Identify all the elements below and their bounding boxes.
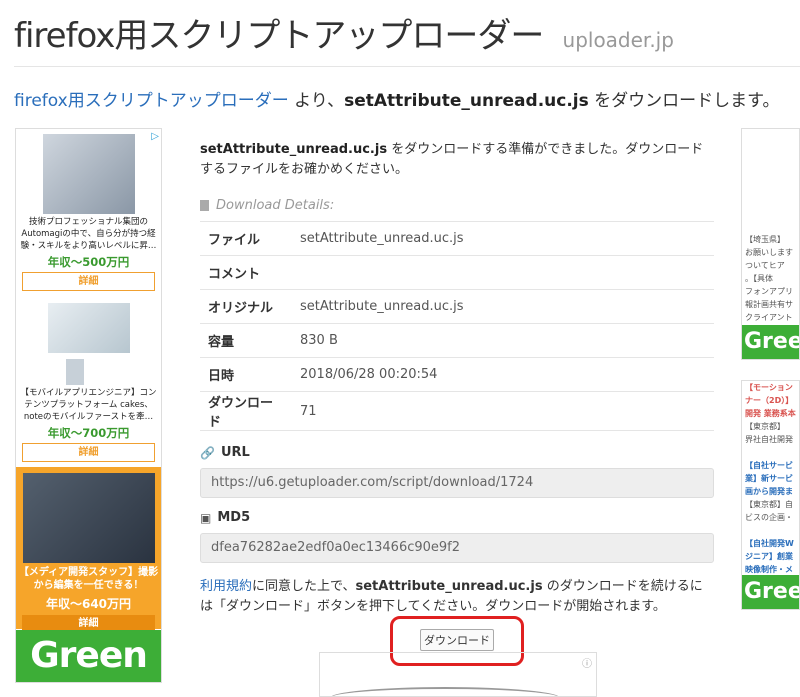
link-icon: 🔗 xyxy=(200,445,215,460)
uploader-link[interactable]: firefox用スクリプトアップローダー xyxy=(14,91,289,111)
file-icon xyxy=(200,200,209,211)
details-row: 日時 2018/06/28 00:20:54 xyxy=(200,357,714,392)
details-row: 容量 830 B xyxy=(200,323,714,358)
details-value: 2018/06/28 00:20:54 xyxy=(292,357,714,392)
right-ad-banner-bottom[interactable]: 【モーション ナー（2D）】 開発 業務系本 【東京都】界社自社開発 【自社サービ 業】新… xyxy=(741,380,800,610)
ad-info-icon[interactable]: ⓘ xyxy=(582,655,592,670)
ad-line: 開発 業務系本 xyxy=(745,409,796,418)
green-logo[interactable]: Gree xyxy=(742,575,799,609)
main-content: setAttribute_unread.uc.js をダウンロードする準備ができ… xyxy=(200,140,714,617)
ad-line: ジニア】創業 xyxy=(745,552,793,561)
details-key: オリジナル xyxy=(200,289,292,324)
green-logo[interactable]: Green xyxy=(16,630,161,682)
details-table: ファイル setAttribute_unread.uc.js コメント オリジナル se… xyxy=(200,221,714,431)
ad-salary: 年収〜640万円 xyxy=(45,597,132,611)
ad-line: 。【具体 xyxy=(745,274,773,283)
details-key: ファイル xyxy=(200,221,292,256)
ad-job-3[interactable]: 【メディア開発スタッフ】撮影から編集を一任できる！ 年収〜640万円 詳細 xyxy=(16,467,161,632)
ad-line: お願いします xyxy=(745,248,793,257)
ad-line: 【東京都】 xyxy=(745,422,785,431)
ad-text: 【メディア開発スタッフ】撮影から編集を一任できる！ xyxy=(18,567,159,591)
ad-line: 【自社サービ xyxy=(745,461,793,470)
ad-text-lines: 【モーション ナー（2D）】 開発 業務系本 【東京都】界社自社開発 【自社サービ 業】新… xyxy=(742,381,799,602)
green-logo[interactable]: Gree xyxy=(742,325,799,359)
agree-text-1: に同意した上で、 xyxy=(252,579,356,594)
ad-line: フォンアプリ xyxy=(745,287,793,296)
url-label: 🔗 URL xyxy=(200,445,714,460)
details-key: ダウンロード xyxy=(200,391,292,431)
ad-photo xyxy=(742,129,799,233)
ad-salary: 年収〜500万円 xyxy=(47,255,130,269)
page-header: firefox用スクリプトアップローダー uploader.jp xyxy=(14,8,800,57)
header-divider xyxy=(14,66,800,67)
ad-photo-small xyxy=(66,359,84,385)
details-value: 71 xyxy=(292,391,714,431)
ad-line: 【東京都】自 xyxy=(745,500,793,509)
details-row: コメント xyxy=(200,255,714,290)
url-label-text: URL xyxy=(220,445,250,460)
details-row: オリジナル setAttribute_unread.uc.js xyxy=(200,289,714,324)
md5-label-text: MD5 xyxy=(217,510,251,525)
ad-photo xyxy=(42,134,135,214)
url-field[interactable]: https://u6.getuploader.com/script/downlo… xyxy=(200,468,714,498)
details-value xyxy=(292,255,714,290)
ad-text-lines: 【埼玉県】お願いしますついてヒア。【具体フォンアプリ報計画共有サクライアントする… xyxy=(742,233,799,337)
ad-line: 界社自社開発 xyxy=(745,435,793,444)
hash-file-icon: ▣ xyxy=(200,510,212,525)
ad-salary: 年収〜700万円 xyxy=(47,426,130,440)
ad-line: 報計画共有サ xyxy=(745,300,793,309)
ad-line: 業】新サービ xyxy=(745,474,793,483)
details-value: setAttribute_unread.uc.js xyxy=(292,289,714,324)
ad-text: 技術プロフェッショナル集団のAutomagiの中で、自ら分が持つ経験・スキルをよ… xyxy=(20,217,157,251)
details-key: コメント xyxy=(200,255,292,290)
ad-line: 【埼玉県】 xyxy=(745,235,785,244)
md5-label: ▣ MD5 xyxy=(200,510,714,525)
details-key: 容量 xyxy=(200,323,292,358)
details-row: ファイル setAttribute_unread.uc.js xyxy=(200,221,714,256)
download-button[interactable]: ダウンロード xyxy=(420,629,494,651)
terms-link[interactable]: 利用規約 xyxy=(200,579,252,594)
right-ad-banner-top[interactable]: 【埼玉県】お願いしますついてヒア。【具体フォンアプリ報計画共有サクライアントする… xyxy=(741,128,800,360)
details-value: setAttribute_unread.uc.js xyxy=(292,221,714,256)
ad-detail-button[interactable]: 詳細 xyxy=(22,272,155,291)
site-name: uploader.jp xyxy=(562,28,674,52)
ad-line: 【モーション xyxy=(745,383,793,392)
intro-text: setAttribute_unread.uc.js をダウンロードする準備ができ… xyxy=(200,140,714,180)
ad-line: ついてヒア xyxy=(745,261,785,270)
agreement-text: 利用規約に同意した上で、setAttribute_unread.uc.js のダ… xyxy=(200,577,714,617)
ad-job-2[interactable]: 【モバイルアプリエンジニア】コンテンツプラットフォーム cakes、noteのモ… xyxy=(16,297,161,464)
lead-text: firefox用スクリプトアップローダー より、setAttribute_unr… xyxy=(14,86,779,111)
ad-car-image xyxy=(330,687,560,696)
agree-filename: setAttribute_unread.uc.js xyxy=(355,579,543,594)
bottom-ad-banner[interactable]: ⓘ xyxy=(319,652,597,697)
details-row: ダウンロード 71 xyxy=(200,391,714,431)
intro-filename: setAttribute_unread.uc.js xyxy=(200,142,388,157)
details-key: 日時 xyxy=(200,357,292,392)
ad-detail-button[interactable]: 詳細 xyxy=(22,443,155,462)
ad-line: ナー（2D）】 xyxy=(745,396,794,405)
lead-tail: をダウンロードします。 xyxy=(588,91,780,111)
ad-text: 【モバイルアプリエンジニア】コンテンツプラットフォーム cakes、noteのモ… xyxy=(20,388,157,422)
ad-line: 【自社開発W xyxy=(745,539,794,548)
ad-photo xyxy=(47,303,130,353)
lead-mid: より、 xyxy=(288,91,345,111)
ad-line: 画から開発ま xyxy=(745,487,793,496)
ad-line xyxy=(742,524,799,537)
download-details-heading: Download Details: xyxy=(200,198,714,213)
details-value: 830 B xyxy=(292,323,714,358)
ad-photo xyxy=(22,473,155,563)
ad-job-1[interactable]: 技術プロフェッショナル集団のAutomagiの中で、自ら分が持つ経験・スキルをよ… xyxy=(16,129,161,293)
ad-line: ビスの企画・ xyxy=(745,513,793,522)
ad-line: クライアント xyxy=(745,313,793,322)
ad-line xyxy=(742,446,799,459)
lead-filename: setAttribute_unread.uc.js xyxy=(344,91,589,111)
download-details-title: Download Details: xyxy=(216,198,335,213)
page-title: firefox用スクリプトアップローダー xyxy=(14,16,544,56)
md5-field[interactable]: dfea76282ae2edf0a0ec13466c90e9f2 xyxy=(200,533,714,563)
left-ad-banner[interactable]: ▷ 技術プロフェッショナル集団のAutomagiの中で、自ら分が持つ経験・スキル… xyxy=(15,128,162,683)
